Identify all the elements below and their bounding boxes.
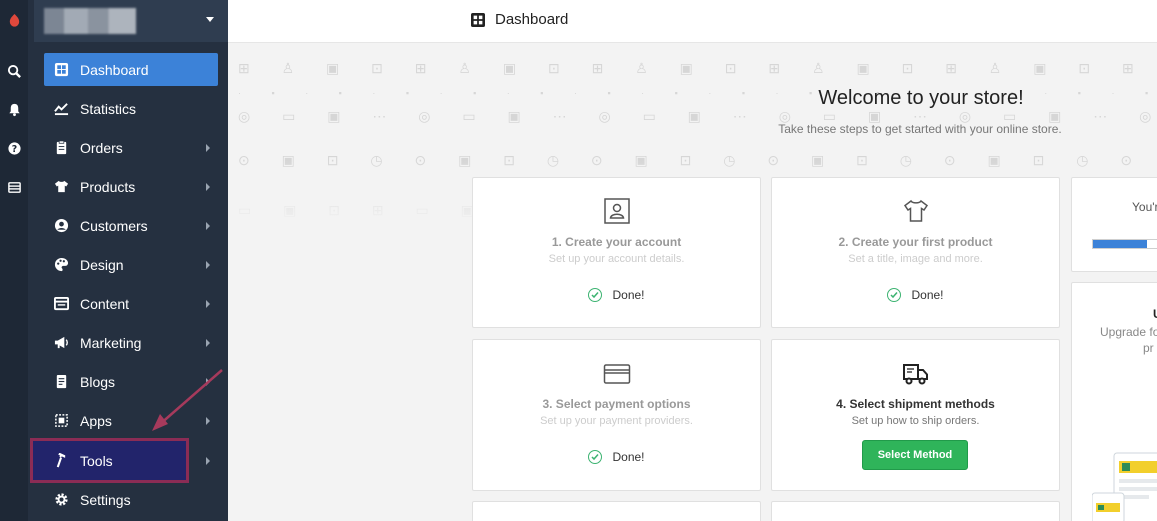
sidebar-item-label: Content bbox=[80, 295, 130, 312]
chevron-right-icon bbox=[206, 261, 210, 269]
top-bar: Dashboard bbox=[228, 0, 1157, 43]
chevron-right-icon bbox=[206, 457, 210, 465]
sidebar-item-label: Blogs bbox=[80, 373, 116, 390]
clipboard-icon bbox=[52, 139, 70, 157]
welcome-title: Welcome to your store! bbox=[818, 87, 1024, 109]
palette-icon bbox=[52, 256, 70, 274]
chevron-right-icon bbox=[206, 378, 210, 386]
chevron-right-icon bbox=[206, 417, 210, 425]
step-status: Done! bbox=[473, 288, 760, 302]
sidebar-item-label: Customers bbox=[80, 217, 148, 234]
step-subtitle: Set up your account details. bbox=[548, 253, 685, 265]
sidebar-item-label: Dashboard bbox=[80, 61, 149, 78]
sidebar-item-label: Products bbox=[80, 178, 136, 195]
gear-icon bbox=[52, 491, 70, 509]
page-title: Dashboard bbox=[495, 11, 569, 28]
store-selector[interactable] bbox=[34, 0, 228, 42]
sidebar-item-statistics[interactable]: Statistics bbox=[44, 92, 218, 125]
sidebar-item-label: Settings bbox=[80, 491, 131, 508]
step-card-next[interactable] bbox=[472, 501, 761, 521]
credit-card-icon bbox=[602, 359, 632, 389]
sidebar-item-orders[interactable]: Orders bbox=[44, 131, 218, 164]
blog-icon bbox=[52, 373, 70, 391]
check-circle-icon bbox=[588, 288, 603, 302]
user-circle-icon bbox=[52, 217, 70, 235]
sidebar-item-customers[interactable]: Customers bbox=[44, 209, 218, 242]
setup-progress-bar bbox=[1092, 239, 1157, 249]
step-subtitle: Set up your payment providers. bbox=[540, 415, 693, 427]
sidebar-item-marketing[interactable]: Marketing bbox=[44, 326, 218, 359]
chevron-down-icon bbox=[206, 17, 214, 22]
megaphone-icon bbox=[52, 334, 70, 352]
sidebar-item-content[interactable]: Content bbox=[44, 287, 218, 320]
search-icon[interactable] bbox=[4, 61, 24, 81]
sidebar-item-blogs[interactable]: Blogs bbox=[44, 365, 218, 398]
chevron-right-icon bbox=[206, 183, 210, 191]
welcome-subtitle: Take these steps to get started with you… bbox=[778, 122, 1062, 136]
sidebar-item-apps[interactable]: Apps bbox=[44, 404, 218, 437]
sidebar-item-products[interactable]: Products bbox=[44, 170, 218, 203]
tshirt-icon bbox=[901, 196, 931, 226]
chart-icon bbox=[52, 100, 70, 118]
apps-icon bbox=[52, 412, 70, 430]
truck-icon bbox=[901, 359, 931, 389]
hammer-icon bbox=[52, 452, 70, 470]
svg-text:?: ? bbox=[11, 143, 16, 154]
step-title: 4. Select shipment methods bbox=[836, 397, 995, 411]
bell-icon[interactable] bbox=[4, 99, 24, 119]
step-status: Done! bbox=[772, 288, 1059, 302]
tshirt-icon bbox=[52, 178, 70, 196]
sidebar-item-design[interactable]: Design bbox=[44, 248, 218, 281]
dashboard-icon bbox=[52, 61, 70, 79]
sidebar-item-label: Statistics bbox=[80, 100, 137, 117]
progress-card: You'r bbox=[1071, 177, 1157, 272]
upgrade-text: Upgrade fo bbox=[1100, 325, 1157, 339]
step-card-account[interactable]: 1. Create your account Set up your accou… bbox=[472, 177, 761, 328]
account-icon bbox=[602, 196, 632, 226]
device-illustration bbox=[1092, 452, 1157, 521]
check-circle-icon bbox=[887, 288, 902, 302]
step-subtitle: Set a title, image and more. bbox=[848, 253, 983, 265]
sidebar-item-label: Orders bbox=[80, 139, 123, 156]
step-title: 1. Create your account bbox=[551, 235, 682, 249]
sidebar-item-label: Tools bbox=[80, 452, 113, 469]
upgrade-text-2: pr bbox=[1143, 341, 1154, 355]
step-card-next-2[interactable] bbox=[771, 501, 1060, 521]
sidebar-item-tools[interactable]: Tools bbox=[44, 444, 218, 477]
sidebar-item-label: Design bbox=[80, 256, 124, 273]
step-status: Done! bbox=[473, 450, 760, 464]
brand-logo-icon[interactable] bbox=[4, 10, 24, 30]
upgrade-heading: U bbox=[1153, 307, 1157, 321]
chevron-right-icon bbox=[206, 144, 210, 152]
upgrade-card: U Upgrade fo pr bbox=[1071, 282, 1157, 521]
step-title: 2. Create your first product bbox=[838, 235, 993, 249]
step-subtitle: Set up how to ship orders. bbox=[851, 415, 980, 427]
progress-fill bbox=[1093, 240, 1148, 248]
step-card-payment[interactable]: 3. Select payment options Set up your pa… bbox=[472, 339, 761, 491]
sidebar-item-label: Marketing bbox=[80, 334, 142, 351]
store-name-blurred bbox=[44, 8, 136, 34]
help-icon[interactable]: ? bbox=[4, 138, 24, 158]
window-icon bbox=[52, 295, 70, 313]
check-circle-icon bbox=[588, 450, 603, 464]
chevron-right-icon bbox=[206, 222, 210, 230]
dashboard-icon bbox=[471, 13, 485, 27]
chevron-right-icon bbox=[206, 339, 210, 347]
step-title: 3. Select payment options bbox=[542, 397, 691, 411]
select-method-button[interactable]: Select Method bbox=[862, 440, 968, 470]
icon-rail: ? bbox=[0, 0, 28, 521]
sidebar-item-label: Apps bbox=[80, 412, 112, 429]
sidebar-item-settings[interactable]: Settings bbox=[44, 483, 218, 516]
billing-icon[interactable] bbox=[4, 177, 24, 197]
sidebar-item-dashboard[interactable]: Dashboard bbox=[44, 53, 218, 86]
progress-text: You'r bbox=[1132, 200, 1157, 214]
step-card-shipment[interactable]: 4. Select shipment methods Set up how to… bbox=[771, 339, 1060, 491]
chevron-right-icon bbox=[206, 300, 210, 308]
step-card-product[interactable]: 2. Create your first product Set a title… bbox=[771, 177, 1060, 328]
